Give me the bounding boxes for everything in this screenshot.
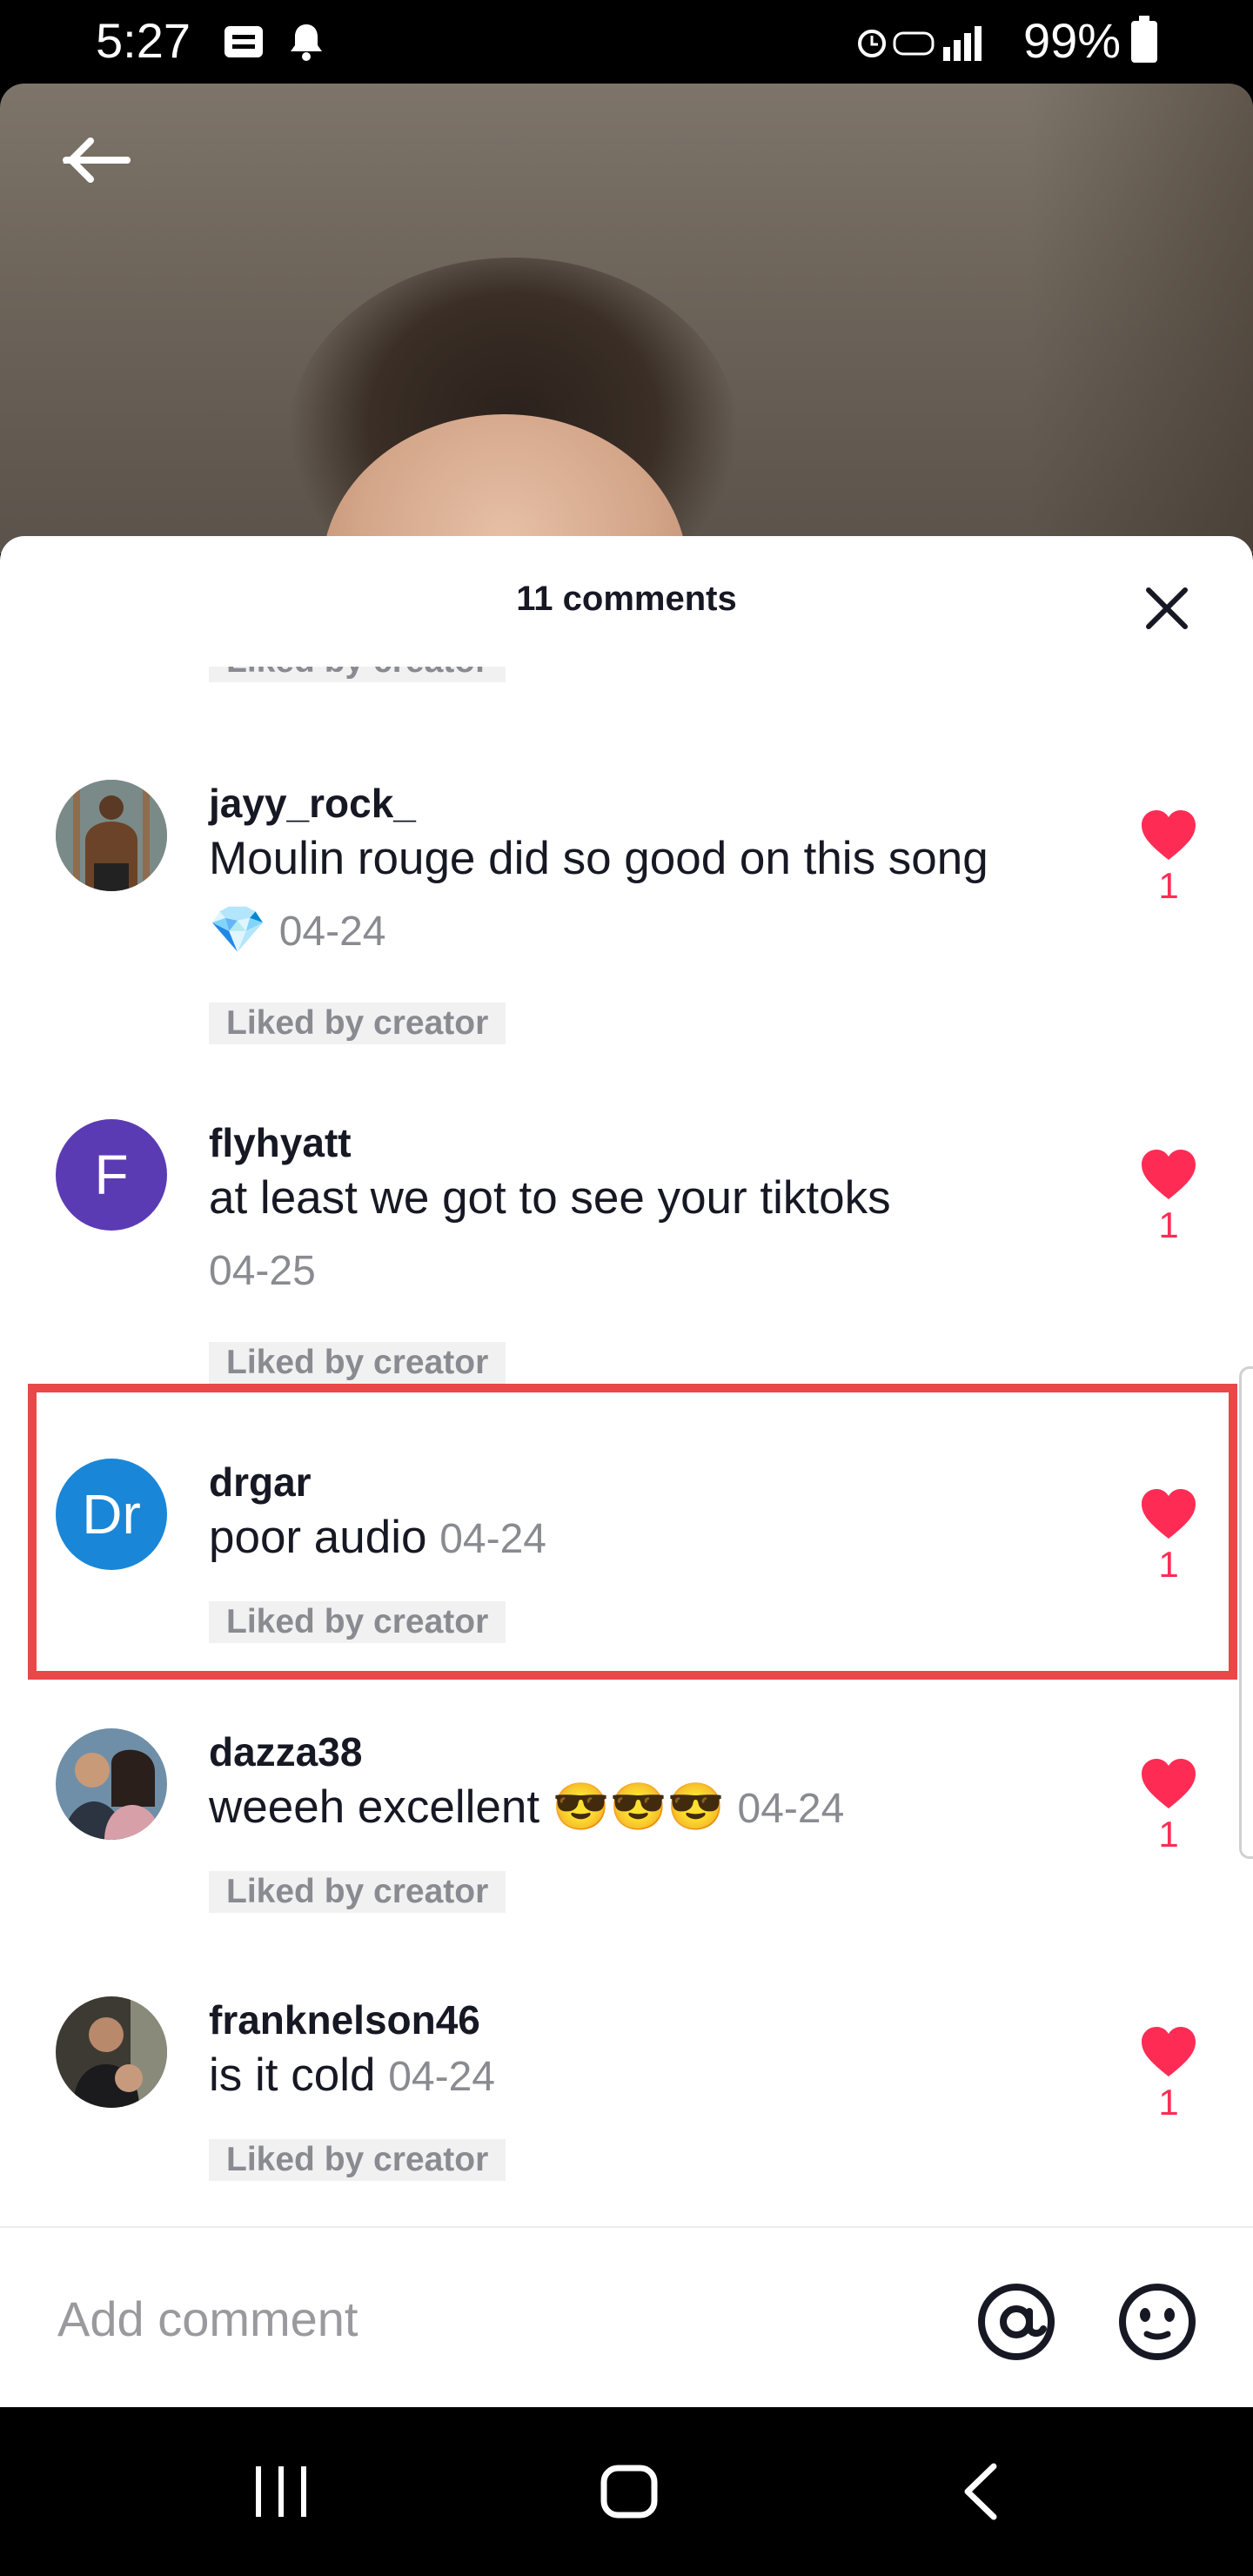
like-count: 1 bbox=[1158, 2082, 1179, 2123]
comment-text: Moulin rouge did so good on this song 💎 … bbox=[209, 823, 1044, 968]
avatar[interactable] bbox=[56, 1728, 167, 1840]
avatar-initial: F bbox=[94, 1144, 129, 1206]
close-icon[interactable] bbox=[1136, 578, 1197, 639]
comment-text: weeeh excellent 😎😎😎 04-24 bbox=[209, 1772, 1044, 1845]
home-icon[interactable] bbox=[600, 2465, 658, 2519]
liked-by-creator-badge: Liked by creator bbox=[209, 2139, 506, 2181]
heart-icon[interactable] bbox=[1140, 809, 1197, 862]
back-arrow-icon[interactable] bbox=[52, 122, 136, 205]
bell-icon bbox=[291, 24, 322, 61]
add-comment-input[interactable] bbox=[56, 2278, 842, 2358]
status-bar: 5:27 99% bbox=[0, 0, 1253, 84]
liked-by-creator-badge: Liked by creator bbox=[209, 667, 506, 682]
at-mention-icon[interactable] bbox=[975, 2280, 1058, 2364]
recent-apps-icon[interactable] bbox=[252, 2465, 310, 2519]
comment-date: 04-24 bbox=[737, 1786, 845, 1832]
comment-username[interactable]: jayy_rock_ bbox=[209, 780, 416, 827]
message-notification-icon bbox=[224, 26, 263, 57]
highlight-box bbox=[28, 1384, 1237, 1680]
comment-date: 04-24 bbox=[278, 909, 386, 955]
scroll-handle[interactable] bbox=[1239, 1366, 1253, 1859]
comment-text: is it cold 04-24 bbox=[209, 2040, 1044, 2113]
heart-icon[interactable] bbox=[1140, 1758, 1197, 1810]
video-shadow bbox=[1027, 84, 1253, 553]
avatar[interactable]: F bbox=[56, 1119, 167, 1231]
comment-username[interactable]: flyhyatt bbox=[209, 1119, 352, 1166]
emoji-icon[interactable] bbox=[1116, 2280, 1199, 2364]
comment-body: weeeh excellent 😎😎😎 bbox=[209, 1781, 725, 1833]
like-count: 1 bbox=[1158, 1204, 1179, 1245]
comment-input-bar bbox=[0, 2226, 1253, 2409]
comment-text: at least we got to see your tiktoks 04-2… bbox=[209, 1163, 1044, 1307]
navigation-bar bbox=[0, 2407, 1253, 2576]
video-preview bbox=[0, 84, 1253, 553]
liked-by-creator-badge: Liked by creator bbox=[209, 1003, 506, 1044]
battery-percentage: 99% bbox=[1023, 13, 1122, 68]
liked-by-creator-badge: Liked by creator bbox=[209, 1342, 506, 1384]
status-time: 5:27 bbox=[96, 13, 191, 68]
liked-by-creator-badge: Liked by creator bbox=[209, 1871, 506, 1913]
heart-icon[interactable] bbox=[1140, 1149, 1197, 1201]
comments-count-title: 11 comments bbox=[516, 580, 737, 618]
comment-username[interactable]: franknelson46 bbox=[209, 1996, 480, 2043]
comment-username[interactable]: dazza38 bbox=[209, 1728, 362, 1775]
status-indicators-icon bbox=[858, 26, 982, 61]
like-count: 1 bbox=[1158, 1814, 1179, 1855]
comment-date: 04-25 bbox=[209, 1248, 316, 1294]
like-count: 1 bbox=[1158, 865, 1179, 906]
comment-body: at least we got to see your tiktoks bbox=[209, 1172, 891, 1224]
battery-icon bbox=[1131, 16, 1157, 63]
comment-body: is it cold bbox=[209, 2049, 376, 2101]
comment-date: 04-24 bbox=[388, 2054, 495, 2100]
heart-icon[interactable] bbox=[1140, 2026, 1197, 2078]
back-icon[interactable] bbox=[954, 2461, 1009, 2522]
avatar[interactable] bbox=[56, 780, 167, 891]
avatar[interactable] bbox=[56, 1996, 167, 2108]
